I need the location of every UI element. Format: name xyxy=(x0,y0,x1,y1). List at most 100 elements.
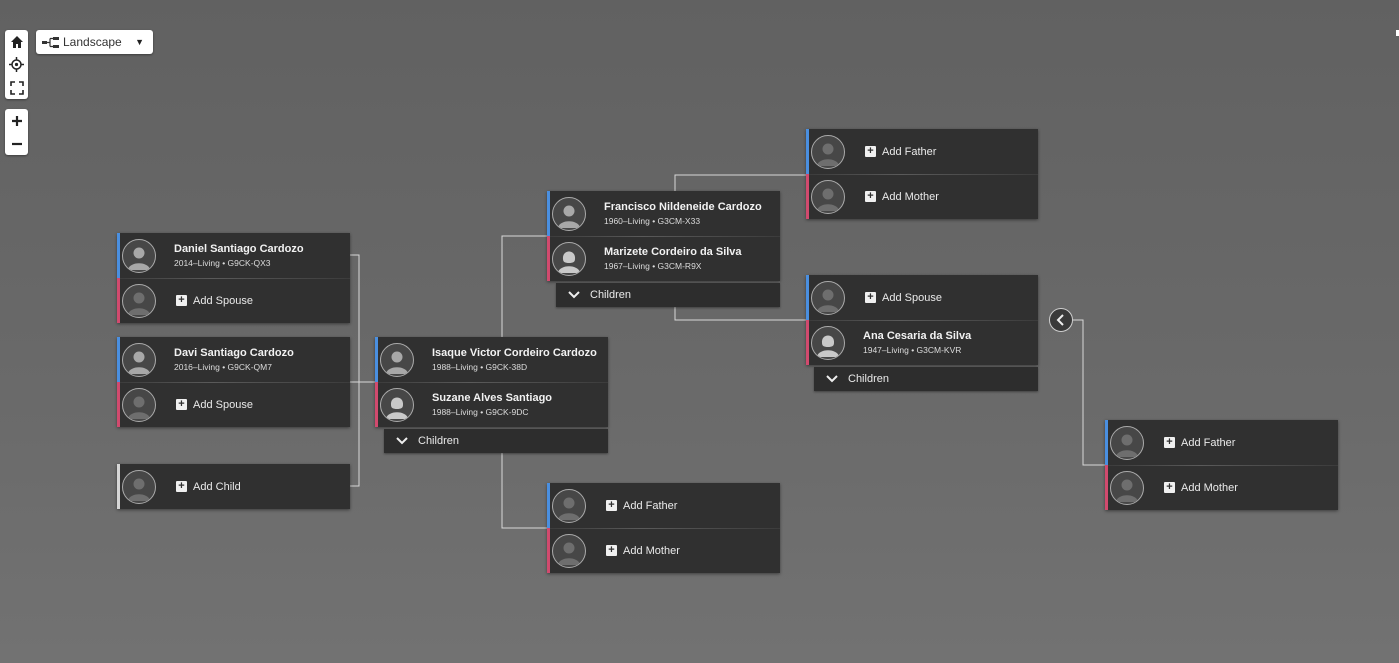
person-row-francisco[interactable]: Francisco Nildeneide Cardozo 1960–Living … xyxy=(547,191,780,236)
chevron-down-icon xyxy=(396,437,408,445)
unknown-avatar-icon xyxy=(122,283,156,318)
add-mother-row[interactable]: + Add Mother xyxy=(806,174,1038,219)
children-label: Children xyxy=(848,373,889,385)
children-toggle-francisco[interactable]: Children xyxy=(556,283,780,307)
add-mother-button[interactable]: + Add Mother xyxy=(1164,482,1238,494)
family-card-ana: + Add Spouse Ana Cesaria da Silva 1947–Liv… xyxy=(806,275,1038,365)
unknown-avatar-icon xyxy=(811,280,845,315)
person-row-isaque[interactable]: Isaque Victor Cordeiro Cardozo 1988–Livin… xyxy=(375,337,608,382)
minus-icon xyxy=(11,142,22,145)
expand-ancestors-button[interactable] xyxy=(1049,308,1073,332)
add-parents-card-ana: + Add Father + Add Mother xyxy=(1105,420,1338,510)
plus-box-icon: + xyxy=(865,191,876,202)
add-child-button[interactable]: + Add Child xyxy=(176,481,241,493)
person-name[interactable]: Suzane Alves Santiago xyxy=(432,392,552,404)
add-mother-row[interactable]: + Add Mother xyxy=(1105,465,1338,510)
plus-box-icon: + xyxy=(606,500,617,511)
male-avatar-icon xyxy=(122,342,156,377)
family-card-francisco-marizete: Francisco Nildeneide Cardozo 1960–Living … xyxy=(547,191,780,281)
children-toggle-isaque[interactable]: Children xyxy=(384,429,608,453)
unknown-avatar-icon xyxy=(122,387,156,422)
male-avatar-icon xyxy=(122,238,156,273)
person-meta: 2014–Living • G9CK-QX3 xyxy=(174,258,271,268)
add-father-row[interactable]: + Add Father xyxy=(547,483,780,528)
female-avatar-icon xyxy=(380,387,414,422)
person-row-ana[interactable]: Ana Cesaria da Silva 1947–Living • G3CM-K… xyxy=(806,320,1038,365)
plus-box-icon: + xyxy=(606,545,617,556)
add-spouse-button[interactable]: + Add Spouse xyxy=(176,295,253,307)
add-mother-row[interactable]: + Add Mother xyxy=(547,528,780,573)
children-label: Children xyxy=(590,289,631,301)
add-mother-label: Add Mother xyxy=(882,190,939,203)
add-spouse-row[interactable]: + Add Spouse xyxy=(806,275,1038,320)
plus-box-icon: + xyxy=(176,399,187,410)
female-avatar-icon xyxy=(552,241,586,276)
plus-box-icon: + xyxy=(176,295,187,306)
add-father-button[interactable]: + Add Father xyxy=(1164,437,1235,449)
view-selector[interactable]: Landscape ▼ xyxy=(36,30,153,54)
unknown-avatar-icon xyxy=(552,533,586,568)
family-card-daniel: Daniel Santiago Cardozo 2014–Living • G9C… xyxy=(117,233,350,323)
add-father-row[interactable]: + Add Father xyxy=(806,129,1038,174)
caret-down-icon: ▼ xyxy=(135,37,144,47)
family-card-isaque-suzane: Isaque Victor Cordeiro Cardozo 1988–Livin… xyxy=(375,337,608,427)
add-spouse-label: Add Spouse xyxy=(193,294,253,307)
female-avatar-icon xyxy=(811,325,845,360)
map-controls xyxy=(5,30,28,99)
family-card-davi: Davi Santiago Cardozo 2016–Living • G9CK-… xyxy=(117,337,350,427)
add-mother-label: Add Mother xyxy=(623,544,680,557)
children-toggle-ana[interactable]: Children xyxy=(814,367,1038,391)
plus-box-icon: + xyxy=(865,292,876,303)
person-name[interactable]: Francisco Nildeneide Cardozo xyxy=(604,201,762,213)
male-avatar-icon xyxy=(380,342,414,377)
add-mother-label: Add Mother xyxy=(1181,481,1238,494)
unknown-avatar-icon xyxy=(122,469,156,504)
zoom-out-button[interactable] xyxy=(5,132,28,155)
add-father-row[interactable]: + Add Father xyxy=(1105,420,1338,465)
person-name[interactable]: Isaque Victor Cordeiro Cardozo xyxy=(432,347,597,359)
unknown-avatar-icon xyxy=(1110,470,1144,505)
person-meta: 1947–Living • G3CM-KVR xyxy=(863,345,962,355)
plus-icon xyxy=(11,115,22,126)
add-child-label: Add Child xyxy=(193,480,241,493)
plus-box-icon: + xyxy=(1164,437,1175,448)
add-spouse-button[interactable]: + Add Spouse xyxy=(176,399,253,411)
unknown-avatar-icon xyxy=(811,179,845,214)
person-name[interactable]: Ana Cesaria da Silva xyxy=(863,330,971,342)
add-child-row[interactable]: + Add Child xyxy=(117,464,350,509)
add-mother-button[interactable]: + Add Mother xyxy=(606,545,680,557)
add-spouse-row[interactable]: + Add Spouse xyxy=(117,278,350,323)
add-father-label: Add Father xyxy=(1181,436,1236,449)
zoom-in-button[interactable] xyxy=(5,109,28,132)
person-meta: 2016–Living • G9CK-QM7 xyxy=(174,362,272,372)
person-name[interactable]: Marizete Cordeiro da Silva xyxy=(604,246,742,258)
landscape-tree-icon xyxy=(42,36,59,48)
plus-box-icon: + xyxy=(1164,482,1175,493)
person-row-marizete[interactable]: Marizete Cordeiro da Silva 1967–Living • … xyxy=(547,236,780,281)
add-mother-button[interactable]: + Add Mother xyxy=(865,191,939,203)
unknown-avatar-icon xyxy=(1110,425,1144,460)
add-spouse-button[interactable]: + Add Spouse xyxy=(865,292,942,304)
add-spouse-row[interactable]: + Add Spouse xyxy=(117,382,350,427)
add-father-button[interactable]: + Add Father xyxy=(865,146,936,158)
add-spouse-label: Add Spouse xyxy=(193,398,253,411)
chevron-down-icon xyxy=(568,291,580,299)
view-selector-label: Landscape xyxy=(63,35,122,49)
person-row-daniel[interactable]: Daniel Santiago Cardozo 2014–Living • G9C… xyxy=(117,233,350,278)
home-button[interactable] xyxy=(5,30,28,53)
person-name[interactable]: Davi Santiago Cardozo xyxy=(174,347,294,359)
fullscreen-button[interactable] xyxy=(5,76,28,99)
person-name[interactable]: Daniel Santiago Cardozo xyxy=(174,243,304,255)
person-meta: 1988–Living • G9CK-9DC xyxy=(432,407,529,417)
target-icon xyxy=(9,57,24,72)
male-avatar-icon xyxy=(552,196,586,231)
add-parents-card-suzane: + Add Father + Add Mother xyxy=(547,483,780,573)
add-father-button[interactable]: + Add Father xyxy=(606,500,677,512)
person-row-davi[interactable]: Davi Santiago Cardozo 2016–Living • G9CK-… xyxy=(117,337,350,382)
chevron-down-icon xyxy=(826,375,838,383)
person-meta: 1988–Living • G9CK-38D xyxy=(432,362,528,372)
unknown-avatar-icon xyxy=(811,134,845,169)
add-father-label: Add Father xyxy=(623,499,678,512)
person-row-suzane[interactable]: Suzane Alves Santiago 1988–Living • G9CK-… xyxy=(375,382,608,427)
recenter-button[interactable] xyxy=(5,53,28,76)
